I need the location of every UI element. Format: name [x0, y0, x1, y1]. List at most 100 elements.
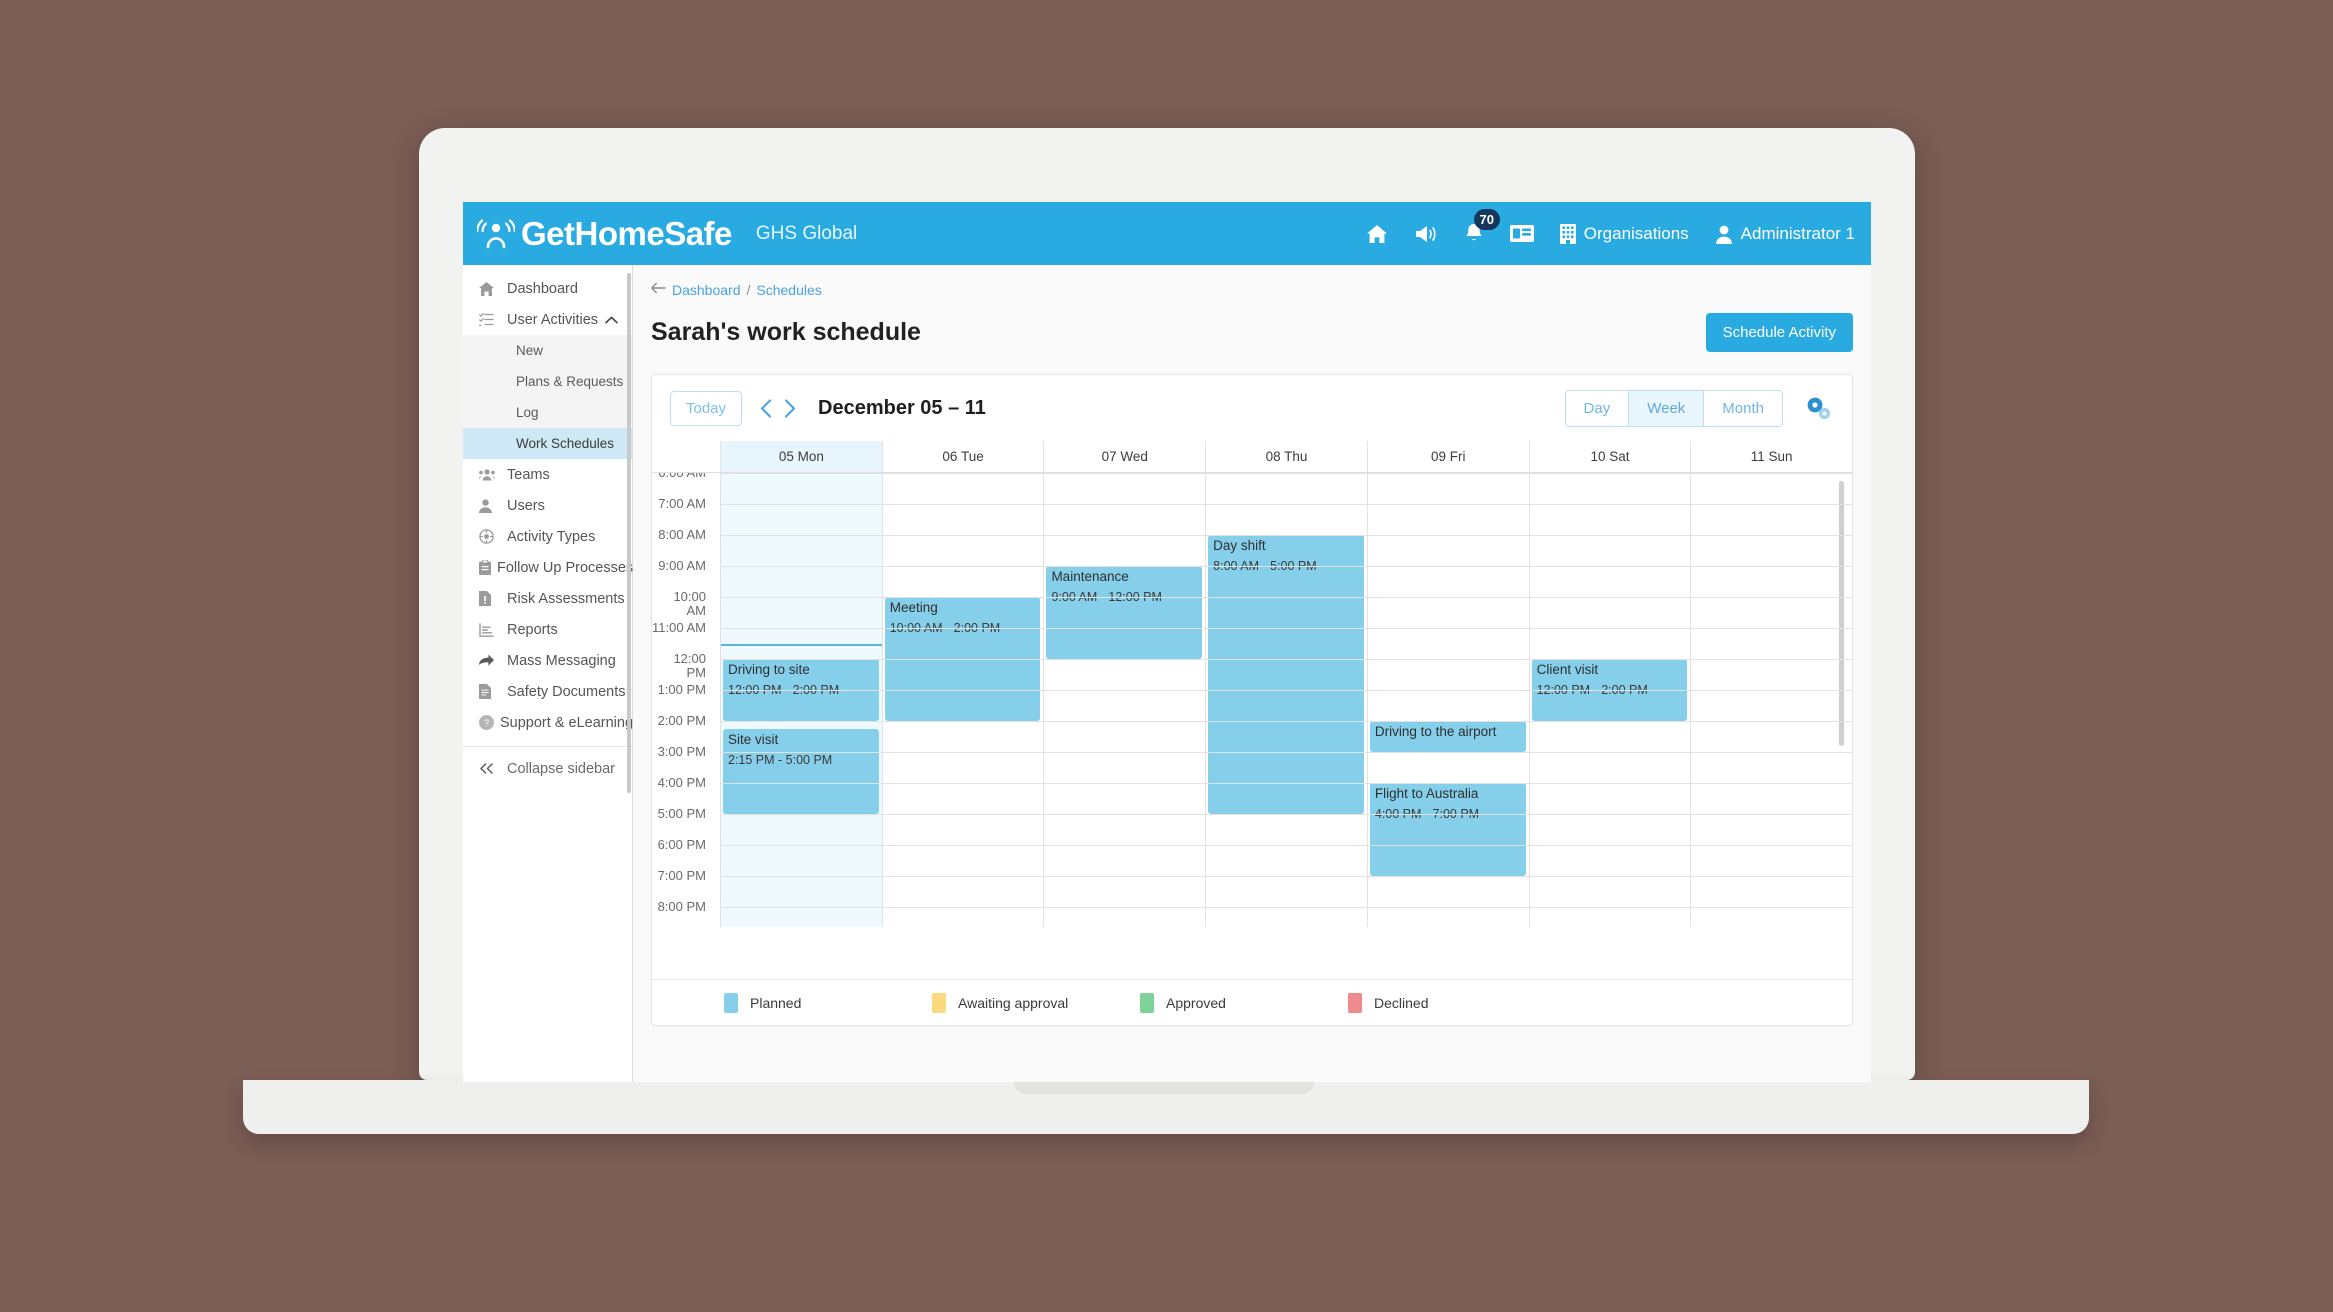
sidebar-subitem-label: Log — [516, 405, 539, 420]
hour-label: 12:00 PM — [673, 651, 706, 680]
day-header-08-thu[interactable]: 08 Thu — [1205, 441, 1367, 472]
notifications-bell-icon[interactable]: 70 — [1464, 208, 1500, 245]
day-column-06-tue[interactable]: Meeting 10:00 AM - 2:00 PM — [881, 473, 1044, 927]
event-time: 2:15 PM - 5:00 PM — [728, 752, 833, 767]
calendar-range-label: December 05 – 11 — [818, 396, 986, 419]
sidebar-scrollbar[interactable] — [627, 273, 631, 793]
sidebar-item-follow-up-processes[interactable]: Follow Up Processes — [463, 552, 634, 583]
previous-period-icon[interactable] — [760, 398, 772, 418]
collapse-sidebar-button[interactable]: Collapse sidebar — [463, 753, 632, 784]
calendar-legend: Planned Awaiting approval Approved Decli… — [652, 979, 1852, 1025]
hour-gridline — [720, 504, 1852, 505]
legend-swatch-approved — [1140, 992, 1154, 1013]
main-content: Dashboard / Schedules Sarah's work sched… — [633, 265, 1871, 1082]
day-header-10-sat[interactable]: 10 Sat — [1528, 441, 1691, 472]
hour-gridline — [720, 907, 1852, 908]
laptop-trackpad-notch — [1014, 1080, 1314, 1094]
calendar-event[interactable]: Flight to Australia 4:00 PM - 7:00 PM — [1369, 783, 1526, 876]
event-title: Flight to Australia — [1374, 786, 1479, 801]
sidebar-item-label: Safety Documents — [507, 683, 626, 700]
event-title: Meeting — [889, 600, 938, 615]
calendar-grid: 05 Mon 06 Tue 07 Wed 08 Thu 09 Fri 10 Sa… — [652, 441, 1852, 981]
announcement-icon[interactable] — [1414, 224, 1438, 244]
legend-item-planned: Planned — [724, 992, 932, 1013]
sidebar-item-label: Reports — [507, 621, 558, 638]
day-column-05-mon[interactable]: Driving to site 12:00 PM - 2:00 PM Site vi… — [720, 473, 882, 927]
sidebar-item-log[interactable]: Log — [463, 397, 632, 428]
sidebar-item-safety-documents[interactable]: Safety Documents — [463, 676, 632, 707]
view-month-button[interactable]: Month — [1703, 390, 1782, 426]
sidebar-item-user-activities[interactable]: User Activities — [463, 304, 632, 335]
event-title: Site visit — [728, 731, 779, 747]
event-title: Driving to the airport — [1374, 724, 1497, 739]
help-icon: ? — [479, 715, 494, 730]
sidebar-item-dashboard[interactable]: Dashboard — [463, 273, 632, 304]
organisations-menu[interactable]: Organisations — [1559, 223, 1689, 244]
calendar-event[interactable]: Driving to the airport — [1369, 721, 1526, 752]
breadcrumb-separator: / — [746, 282, 751, 298]
news-card-icon[interactable] — [1509, 224, 1534, 243]
schedule-activity-button[interactable]: Schedule Activity — [1705, 313, 1853, 352]
day-column-09-fri[interactable]: Driving to the airport Flight to Australi… — [1366, 473, 1529, 927]
sidebar-item-label: Teams — [507, 466, 550, 483]
sidebar-item-activity-types[interactable]: Activity Types — [463, 521, 632, 552]
sidebar-divider — [463, 746, 632, 747]
notification-count-badge: 70 — [1473, 208, 1500, 230]
day-header-07-wed[interactable]: 07 Wed — [1043, 441, 1205, 472]
chevron-up-icon[interactable] — [605, 313, 618, 327]
day-header-11-sun[interactable]: 11 Sun — [1690, 441, 1852, 472]
day-header-09-fri[interactable]: 09 Fri — [1366, 441, 1529, 472]
sidebar-item-support-elearning[interactable]: ? Support & eLearning — [463, 707, 633, 738]
sidebar-item-label: Mass Messaging — [507, 652, 616, 669]
messaging-icon — [479, 654, 501, 667]
day-column-10-sat[interactable]: Client visit 12:00 PM - 2:00 PM — [1528, 473, 1691, 927]
day-header-05-mon[interactable]: 05 Mon — [720, 441, 882, 472]
legend-swatch-awaiting-approval — [932, 992, 946, 1013]
sidebar-item-reports[interactable]: Reports — [463, 614, 632, 645]
hour-label: 10:00 AM — [673, 589, 706, 618]
sidebar-item-label: Follow Up Processes — [497, 559, 634, 576]
legend-swatch-planned — [724, 992, 738, 1013]
gear-icon[interactable] — [1805, 396, 1832, 421]
legend-label: Awaiting approval — [958, 994, 1069, 1011]
calendar-event[interactable]: Day shift 8:00 AM - 5:00 PM — [1208, 535, 1364, 814]
day-column-08-thu[interactable]: Day shift 8:00 AM - 5:00 PM — [1205, 473, 1367, 927]
sidebar-item-teams[interactable]: Teams — [463, 459, 632, 490]
calendar-view-toggle: Day Week Month — [1564, 389, 1783, 427]
sidebar-item-risk-assessments[interactable]: Risk Assessments — [463, 583, 632, 614]
hour-gridline — [720, 597, 1852, 598]
sidebar-item-work-schedules[interactable]: Work Schedules — [463, 428, 632, 459]
hour-gridline — [720, 690, 1852, 691]
sidebar-subitem-label: Plans & Requests — [516, 374, 624, 389]
view-day-button[interactable]: Day — [1565, 390, 1629, 426]
legend-item-awaiting-approval: Awaiting approval — [932, 992, 1140, 1013]
view-week-button[interactable]: Week — [1628, 390, 1704, 426]
calendar-event[interactable]: Site visit 2:15 PM - 5:00 PM — [723, 728, 879, 814]
sidebar-item-new[interactable]: New — [463, 335, 632, 366]
chevron-double-left-icon — [479, 763, 501, 774]
sidebar-item-users[interactable]: Users — [463, 490, 632, 521]
sidebar-item-mass-messaging[interactable]: Mass Messaging — [463, 645, 632, 676]
sidebar-item-label: Users — [507, 497, 545, 514]
hour-gridline — [720, 628, 1852, 629]
hour-label: 6:00 AM — [658, 473, 713, 497]
brand[interactable]: GetHomeSafe — [476, 217, 732, 251]
hour-label: 11:00 AM — [652, 620, 706, 635]
user-icon — [479, 498, 501, 513]
screenshot-stage: GetHomeSafe GHS Global 70 Organisations … — [0, 0, 2333, 1312]
today-button[interactable]: Today — [670, 390, 743, 426]
calendar-event[interactable]: Maintenance 9:00 AM - 12:00 PM — [1046, 566, 1203, 659]
day-column-07-wed[interactable]: Maintenance 9:00 AM - 12:00 PM — [1043, 473, 1205, 927]
next-period-icon[interactable] — [784, 398, 796, 418]
breadcrumb-dashboard-link[interactable]: Dashboard — [672, 282, 741, 298]
day-header-06-tue[interactable]: 06 Tue — [881, 441, 1044, 472]
user-menu[interactable]: Administrator 1 — [1715, 224, 1855, 244]
calendar-scrollbar[interactable] — [1839, 481, 1844, 746]
breadcrumb-schedules-link[interactable]: Schedules — [756, 282, 821, 298]
hour-gridline — [720, 566, 1852, 567]
day-column-11-sun[interactable] — [1690, 473, 1852, 927]
organisation-name: GHS Global — [755, 222, 858, 244]
home-icon[interactable] — [1366, 224, 1388, 244]
sidebar-item-plans-requests[interactable]: Plans & Requests — [463, 366, 632, 397]
back-arrow-icon[interactable] — [651, 281, 666, 299]
